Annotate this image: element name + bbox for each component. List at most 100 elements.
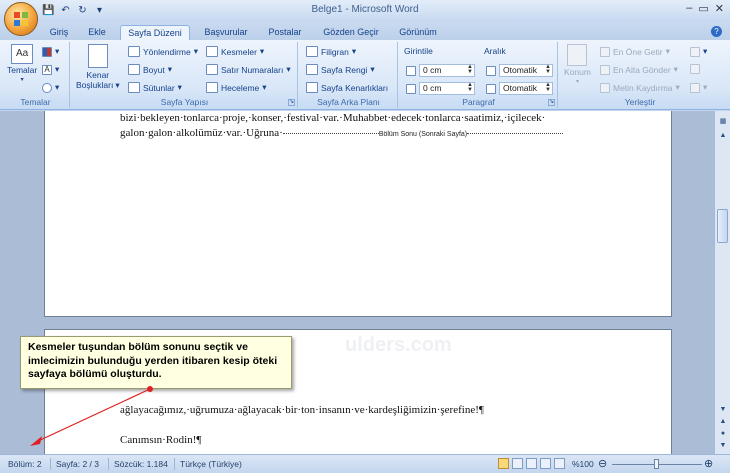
window-title: Belge1 - Microsoft Word [311,4,419,15]
group-label-sayfa-arka-plani: Sayfa Arka Planı [317,97,380,107]
spacing-after-icon [486,84,496,94]
page-indicator[interactable]: Sayfa: 2 / 3 [56,459,99,469]
zoom-out-icon[interactable]: ⊖ [598,457,607,470]
heceleme-button[interactable]: Heceleme ▾ [206,82,267,93]
spacing-after-field[interactable]: Otomatik ▲ ▼ [499,82,553,95]
annotation-callout: Kesmeler tuşundan bölüm sonunu seçtik ve… [20,336,292,389]
align-icon [690,46,700,57]
close-button[interactable]: ✕ [715,2,724,15]
girinti-label: Girintile [404,46,433,56]
spin-arrows-icon[interactable]: ▲ ▼ [545,64,551,75]
ruler-toggle-icon[interactable]: ▦ [718,117,728,127]
next-page-icon[interactable]: ▼ [718,441,728,451]
group-label-yerlestir: Yerleştir [624,97,656,107]
spacing-before-field[interactable]: Otomatik ▲ ▼ [499,64,553,77]
zoom-slider-thumb[interactable] [654,459,659,469]
status-bar: Bölüm: 2 Sayfa: 2 / 3 Sözcük: 1.184 Türk… [0,454,730,473]
group-sayfa-yapisi: Kenar Boşlukları ▾ Yönlendirme ▾ Boyut ▾ Sü… [72,42,298,108]
sayfa-rengi-button[interactable]: Sayfa Rengi ▾ [306,64,375,75]
hyphenation-icon [206,82,218,93]
indent-left-field[interactable]: 0 cm ▲ ▼ [419,64,475,77]
doc-line: Canımsın·Rodin!¶ [120,434,202,446]
scroll-up-icon[interactable]: ▲ [718,131,728,141]
zoom-in-icon[interactable]: ⊕ [704,457,713,470]
tab-ekle[interactable]: Ekle [84,25,110,40]
select-browse-object-icon[interactable]: ● [718,429,728,439]
language-indicator[interactable]: Türkçe (Türkiye) [180,459,242,469]
page-1[interactable]: bizi·bekleyen·tonlarca·proje,·konser,·fe… [44,111,672,317]
bring-to-front-icon [600,46,610,57]
theme-colors-button[interactable]: ▾ [42,46,59,57]
title-bar: 💾 ↶ ↻ ▾ Belge1 - Microsoft Word – ▭ ✕ [0,0,730,22]
columns-icon [128,82,140,93]
outline-view-icon[interactable] [540,458,551,469]
aralik-label: Aralık [484,46,506,56]
scroll-down-icon[interactable]: ▼ [718,405,728,415]
word-count[interactable]: Sözcük: 1.184 [114,459,168,469]
tab-gorunum[interactable]: Görünüm [394,25,442,40]
previous-page-icon[interactable]: ▲ [718,417,728,427]
filigran-button[interactable]: Filigran ▾ [306,46,356,57]
sutunlar-button[interactable]: Sütunlar ▾ [128,82,182,93]
group-temalar: Aa Temalar ▾ ▾ A ▾ ▾ Temalar [2,42,70,108]
maximize-button[interactable]: ▭ [698,2,708,15]
tab-sayfa-duzeni[interactable]: Sayfa Düzeni [120,25,190,40]
themes-icon: Aa [11,44,34,64]
align-button[interactable]: ▾ [690,46,707,57]
tab-postalar[interactable]: Postalar [264,25,306,40]
tab-basvurular[interactable]: Başvurular [200,25,252,40]
tab-gozden-gecir[interactable]: Gözden Geçir [318,25,384,40]
satir-numaralari-button[interactable]: Satır Numaraları ▾ [206,64,291,75]
page-color-icon [306,64,318,75]
scroll-thumb[interactable] [717,209,728,243]
paragraf-launcher-icon[interactable]: ↘ [548,99,555,106]
section-indicator[interactable]: Bölüm: 2 [8,459,42,469]
doc-line: ağlayacağımız,·uğrumuza·ağlayacak·bir·to… [120,404,484,416]
spin-arrows-icon[interactable]: ▲ ▼ [467,64,473,75]
web-layout-icon[interactable] [526,458,537,469]
kesmeler-button[interactable]: Kesmeler ▾ [206,46,264,57]
spin-arrows-icon[interactable]: ▲ ▼ [545,82,551,93]
temalar-button[interactable]: Aa Temalar ▾ [7,44,37,83]
theme-effects-button[interactable]: ▾ [42,82,59,93]
office-button[interactable] [4,2,38,36]
metin-kaydirma-button[interactable]: Metin Kaydırma ▾ [600,82,680,93]
minimize-button[interactable]: – [686,2,692,15]
group-paragraf: Girintile Aralık 0 cm ▲ ▼ 0 cm ▲ ▼ Otomatik ▲… [400,42,558,108]
orientation-icon [128,46,140,57]
en-alta-gonder-button[interactable]: En Alta Gönder ▾ [600,64,678,75]
sayfa-kenarliklari-button[interactable]: Sayfa Kenarlıkları [306,82,388,93]
kenar-bosluklari-button[interactable]: Kenar Boşlukları ▾ [76,44,120,91]
full-screen-reading-icon[interactable] [512,458,523,469]
zoom-level[interactable]: %100 [572,459,594,469]
print-layout-view-icon[interactable] [498,458,509,469]
doc-line: galon·galon·alkolümüz·var.·Uğruna· [120,127,283,139]
group-label-sayfa-yapisi: Sayfa Yapısı [160,97,209,107]
rotate-button[interactable]: ▾ [690,82,707,93]
group-label-paragraf: Paragraf [462,97,495,107]
indent-right-icon [406,84,416,94]
ribbon: Aa Temalar ▾ ▾ A ▾ ▾ Temalar Kenar Boşluk… [0,40,730,110]
sayfa-yapisi-launcher-icon[interactable]: ↘ [288,99,295,106]
line-numbers-icon [206,64,218,75]
section-break-label: Bölüm Sonu (Sonraki Sayfa) [378,131,468,138]
spin-arrows-icon[interactable]: ▲ ▼ [467,82,473,93]
konum-button[interactable]: Konum ▾ [564,44,591,85]
en-one-getir-button[interactable]: En Öne Getir ▾ [600,46,670,57]
vertical-scrollbar[interactable]: ▦ ▲ ▼ ▲ ● ▼ [714,111,730,454]
draft-view-icon[interactable] [554,458,565,469]
document-area[interactable]: bizi·bekleyen·tonlarca·proje,·konser,·fe… [0,111,714,454]
boyut-button[interactable]: Boyut ▾ [128,64,172,75]
group-objects-button[interactable] [690,64,700,74]
group-label-temalar: Temalar [20,97,51,107]
spacing-before-icon [486,66,496,76]
yonlendirme-button[interactable]: Yönlendirme ▾ [128,46,198,57]
group-objects-icon [690,64,700,74]
indent-right-field[interactable]: 0 cm ▲ ▼ [419,82,475,95]
group-sayfa-arka-plani: Filigran ▾ Sayfa Rengi ▾ Sayfa Kenarlıklar… [300,42,398,108]
tab-giris[interactable]: Giriş [44,25,74,40]
help-icon[interactable]: ? [711,26,722,37]
theme-colors-icon [42,46,52,57]
theme-fonts-button[interactable]: A ▾ [42,64,59,75]
send-to-back-icon [600,64,610,75]
